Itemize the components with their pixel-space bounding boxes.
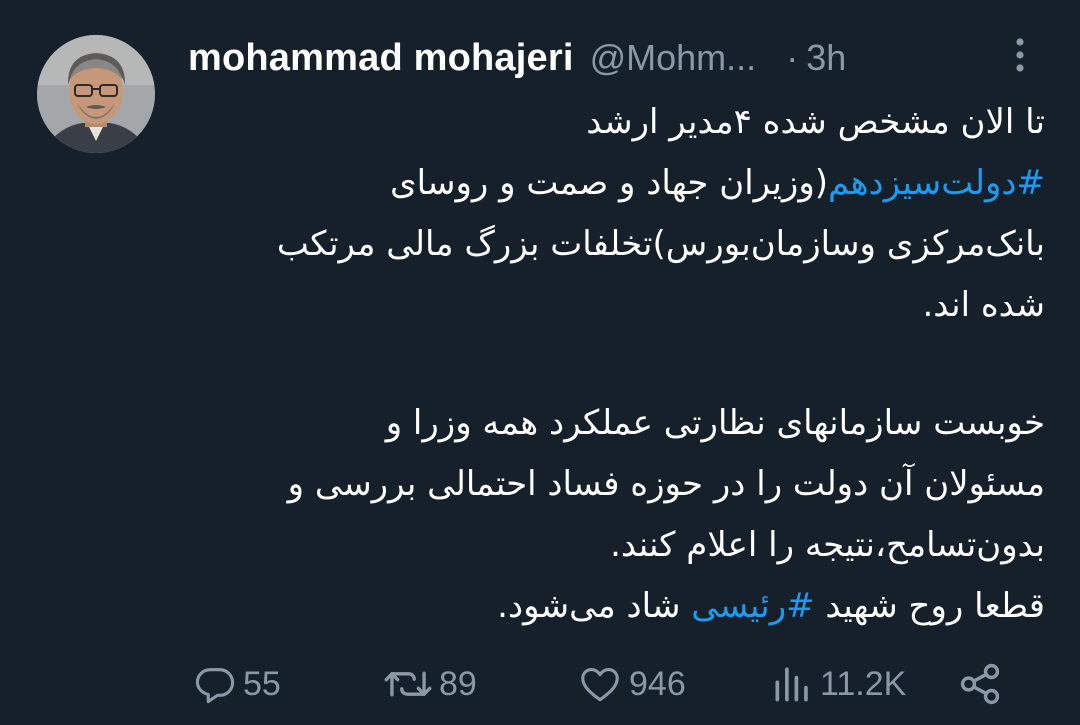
reply-button[interactable]: 55	[193, 652, 281, 716]
views-button[interactable]: 11.2K	[770, 652, 906, 716]
reply-icon	[195, 668, 235, 704]
like-count: 946	[629, 664, 686, 703]
tweet-line: مسئولان آن دولت را در حوزه فساد احتمالی …	[287, 464, 1045, 504]
tweet-timestamp[interactable]: 3h	[806, 37, 846, 79]
tweet-line: بانک‌مرکزی وسازمان‌بورس)تخلفات بزرگ مالی…	[276, 224, 1045, 264]
tweet-line: خوبست سازمانهای نظارتی عملکرد همه وزرا و	[385, 403, 1045, 443]
tweet-header: mohammad mohajeri @Mohm... · 3h	[188, 30, 846, 86]
retweet-button[interactable]: 89	[383, 652, 477, 716]
tweet-line: تا الان مشخص شده ۴مدیر ارشد	[586, 102, 1045, 142]
share-icon	[960, 663, 1000, 705]
more-options-button[interactable]	[1000, 30, 1040, 80]
tweet-line-text: شاد می‌شود.	[497, 586, 692, 626]
share-button[interactable]	[957, 652, 1003, 716]
tweet-line-text: قطعا روح شهید	[814, 586, 1045, 626]
views-count: 11.2K	[820, 664, 907, 703]
more-icon	[1016, 38, 1024, 72]
avatar-image	[37, 35, 155, 153]
tweet-line-text: (وزیران جهاد و صمت و روسای	[389, 163, 828, 203]
tweet[interactable]: mohammad mohajeri @Mohm... · 3h تا الان …	[0, 0, 1080, 725]
tweet-line: #دولت‌سیزدهم(وزیران جهاد و صمت و روسای	[190, 153, 1045, 214]
retweet-icon	[384, 671, 432, 697]
tweet-actions: 55 89 946 11.2K	[185, 652, 1015, 716]
tweet-line: بدون‌تسامح،نتیجه را اعلام کنند.	[610, 525, 1045, 565]
reply-count: 55	[243, 664, 281, 703]
tweet-line: شده اند.	[922, 285, 1045, 325]
tweet-line: قطعا روح شهید #رئیسی شاد می‌شود.	[190, 576, 1045, 637]
avatar[interactable]	[37, 35, 155, 153]
views-icon	[775, 667, 808, 702]
retweet-count: 89	[439, 664, 477, 703]
separator-dot: ·	[786, 37, 799, 78]
like-icon	[581, 667, 619, 702]
author-name[interactable]: mohammad mohajeri	[188, 37, 574, 80]
hashtag-link[interactable]: #رئیسی	[691, 586, 814, 626]
author-handle[interactable]: @Mohm...	[590, 37, 757, 79]
tweet-text: تا الان مشخص شده ۴مدیر ارشد #دولت‌سیزدهم…	[190, 92, 1045, 637]
hashtag-link[interactable]: #دولت‌سیزدهم	[828, 163, 1045, 203]
like-button[interactable]: 946	[577, 652, 686, 716]
